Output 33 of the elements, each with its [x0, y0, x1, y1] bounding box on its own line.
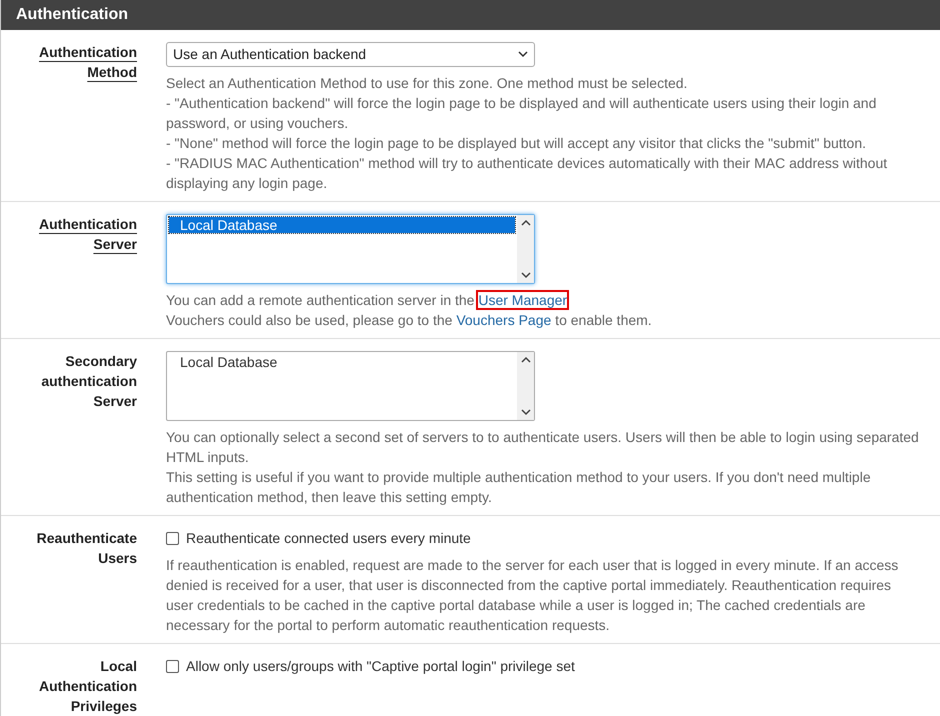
- help-text: - "None" method will force the login page to be displayed but will accept any visitor that clicks the "submit" button.: [166, 134, 868, 153]
- scroll-down-icon[interactable]: [520, 271, 530, 279]
- field-label: Authentication Server: [38, 215, 137, 254]
- chevron-down-icon: [518, 51, 528, 58]
- panel-header: Authentication: [1, 0, 940, 30]
- help-text: This setting is useful if you want to provide multiple authentication method to your users. If you don't need multiple authentication method, then leave this setting empty.: [166, 468, 872, 507]
- list-option[interactable]: Local Database: [169, 217, 515, 233]
- scroll-down-icon[interactable]: [520, 408, 530, 416]
- help-text: Select an Authentication Method to use for this zone. One method must be selected.: [166, 74, 688, 93]
- list-box[interactable]: Local Database: [166, 351, 535, 421]
- field-label: Reauthenticate Users: [36, 529, 137, 568]
- list-option[interactable]: Local Database: [169, 354, 515, 370]
- link[interactable]: User Manager: [478, 292, 568, 308]
- list-box[interactable]: Local Database: [166, 214, 535, 284]
- help-text: - "RADIUS MAC Authentication" method will try to authenticate devices automatically with their MAC address without displaying any login page.: [166, 154, 888, 193]
- link[interactable]: Vouchers Page: [456, 312, 552, 328]
- scrollbar[interactable]: [517, 352, 534, 420]
- field-label: Secondary authentication Server: [40, 352, 137, 411]
- help-text: Vouchers could also be used, please go to the Vouchers Page to enable them.: [166, 311, 653, 330]
- dropdown[interactable]: Use an Authentication backend: [166, 42, 535, 67]
- field-label: Local Authentication Privileges: [38, 657, 137, 716]
- checkbox-label[interactable]: Allow only users/groups with "Captive portal login" privilege set: [186, 656, 575, 677]
- checkbox-label[interactable]: Reauthenticate connected users every minute: [186, 528, 471, 549]
- field-label: Authentication Method: [38, 43, 137, 82]
- scrollbar[interactable]: [517, 215, 534, 283]
- scroll-up-icon[interactable]: [520, 356, 530, 364]
- help-text: - "Authentication backend" will force the login page to be displayed and will authenticate users using their login and password, or using vouchers.: [166, 94, 878, 133]
- scroll-up-icon[interactable]: [520, 219, 530, 227]
- help-text: If reauthentication is enabled, request are made to the server for each user that is logged in every minute. If an access denied is received for a user, that user is disconnected from the captive portal immediately. Reauthentication requires user credentials to be cached in the captive portal database while a user is logged in; The cached credentials are necessary for the portal to perform automatic reauthentication requests.: [166, 556, 900, 635]
- checkbox[interactable]: [166, 660, 179, 673]
- help-text: You can add a remote authentication server in the User Manager: [166, 291, 568, 310]
- help-text: You can optionally select a second set of servers to to authenticate users. Users will then be able to login using separated HTML inputs.: [166, 428, 920, 467]
- checkbox[interactable]: [166, 532, 179, 545]
